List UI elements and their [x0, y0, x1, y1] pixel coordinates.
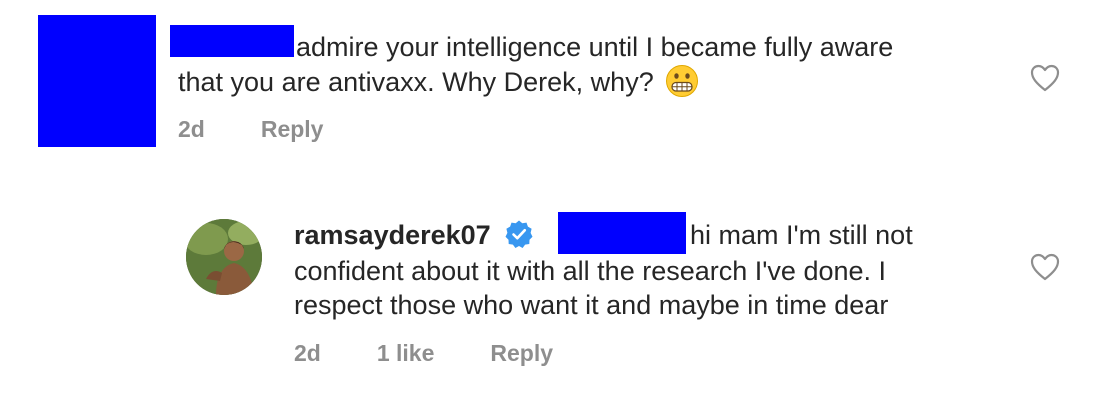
reply-text-line-1-body: hi mam I'm still not [690, 220, 913, 250]
redacted-mention [558, 212, 686, 254]
comment-reply-button[interactable]: Reply [261, 116, 324, 143]
redacted-avatar [38, 15, 156, 147]
comment-like-heart-icon[interactable] [1030, 64, 1060, 92]
comment-text-line-1: admire your intelligence until I became … [296, 32, 894, 62]
reply-text-line-2: confident about it with all the research… [294, 256, 887, 286]
reply-like-heart-icon[interactable] [1030, 253, 1060, 281]
reply-avatar[interactable] [186, 219, 262, 295]
reply-reply-button[interactable]: Reply [490, 340, 553, 367]
comment-text-line-2: that you are antivaxx. Why Derek, why? [178, 64, 699, 99]
reply-timestamp: 2d [294, 340, 321, 366]
reply-username[interactable]: ramsayderek07 [294, 220, 491, 250]
reply-meta: 2d 1 like Reply [294, 340, 553, 367]
verified-badge-icon [505, 220, 533, 248]
reply-text-line-1: ramsayderek07 [294, 218, 534, 252]
reply-likes-count[interactable]: 1 like [377, 340, 435, 367]
redacted-username [170, 25, 294, 57]
comment-text-line-2-text: that you are antivaxx. Why Derek, why? [178, 67, 654, 97]
avatar-photo [186, 219, 262, 295]
comment-timestamp: 2d [178, 116, 205, 142]
reply-text-line-3: respect those who want it and maybe in t… [294, 290, 889, 320]
grimacing-face-icon [666, 65, 699, 97]
comment-meta: 2d Reply [178, 116, 323, 143]
